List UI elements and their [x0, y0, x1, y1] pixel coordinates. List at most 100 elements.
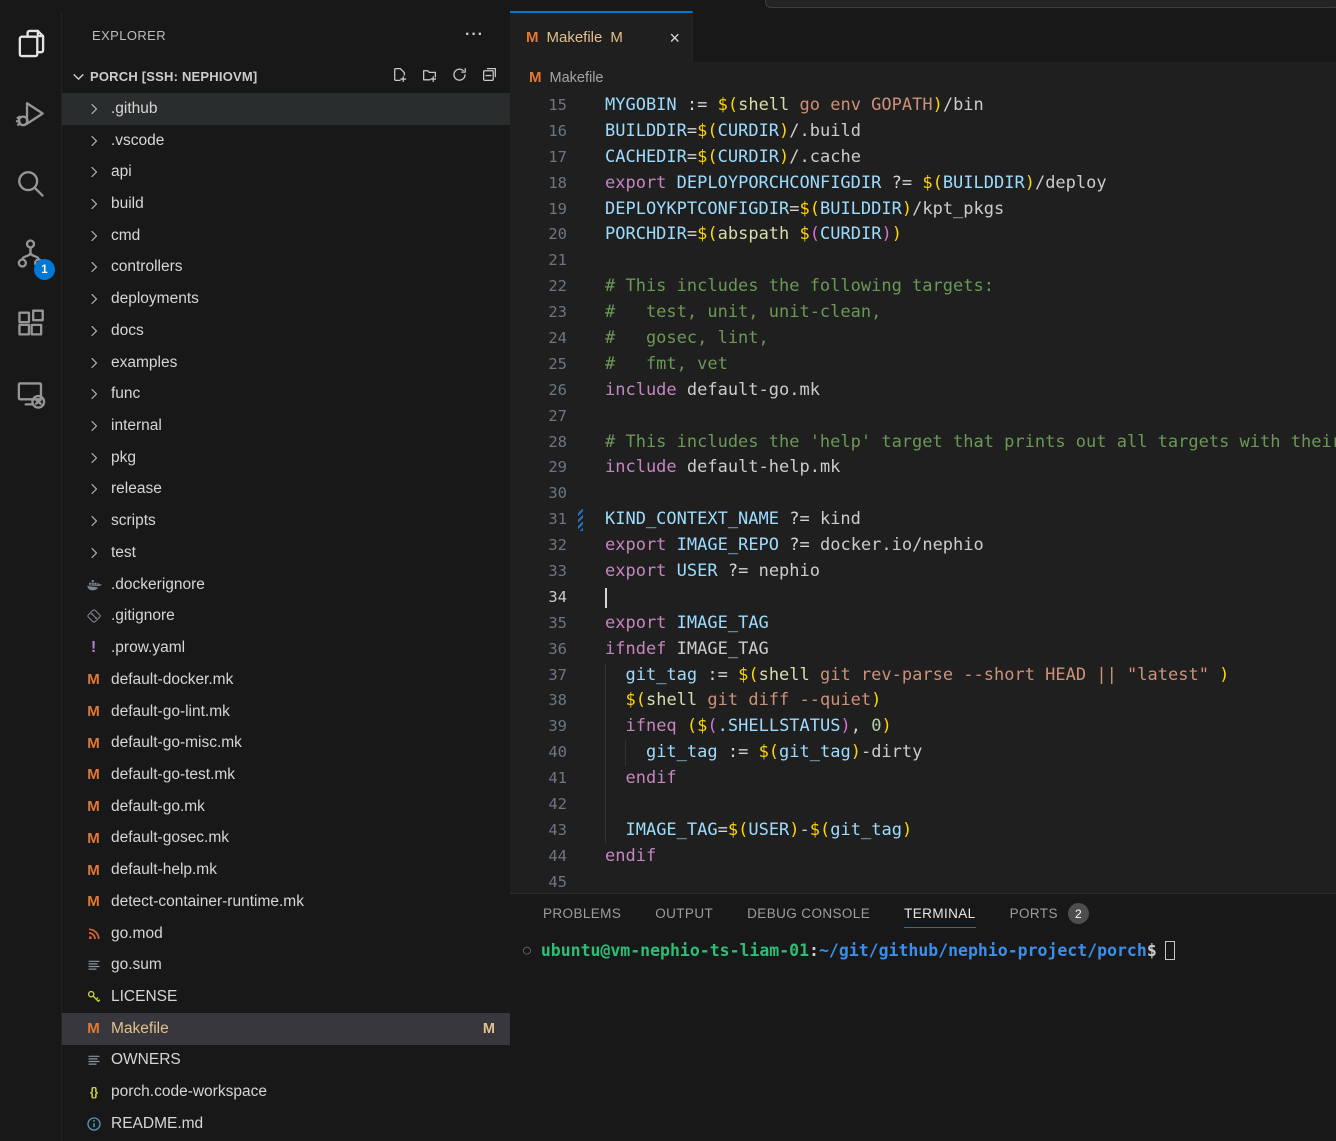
tree-item-.dockerignore[interactable]: .dockerignore [62, 569, 510, 601]
new-file-icon[interactable] [391, 66, 408, 86]
line-number[interactable]: 15 [510, 93, 567, 119]
tree-item-.github[interactable]: .github [62, 93, 510, 125]
tree-item-.prow.yaml[interactable]: !.prow.yaml [62, 632, 510, 664]
activity-item-explorer[interactable] [0, 11, 61, 81]
code-line-15[interactable]: 15MYGOBIN := $(shell go env GOPATH)/bin [510, 93, 1336, 119]
code-line-22[interactable]: 22# This includes the following targets: [510, 274, 1336, 300]
code-line-24[interactable]: 24# gosec, lint, [510, 326, 1336, 352]
tree-item-default-gosec.mk[interactable]: Mdefault-gosec.mk [62, 823, 510, 855]
tree-item-build[interactable]: build [62, 188, 510, 220]
tree-item-func[interactable]: func [62, 378, 510, 410]
code-line-26[interactable]: 26include default-go.mk [510, 378, 1336, 404]
tree-item-docs[interactable]: docs [62, 315, 510, 347]
tree-item-api[interactable]: api [62, 156, 510, 188]
line-number[interactable]: 21 [510, 248, 567, 274]
line-number[interactable]: 43 [510, 818, 567, 844]
line-number[interactable]: 41 [510, 766, 567, 792]
tree-item-.gitignore[interactable]: .gitignore [62, 601, 510, 633]
code-line-30[interactable]: 30 [510, 481, 1336, 507]
tree-item-pkg[interactable]: pkg [62, 442, 510, 474]
code-line-32[interactable]: 32export IMAGE_REPO ?= docker.io/nephio [510, 533, 1336, 559]
line-number[interactable]: 40 [510, 740, 567, 766]
tree-item-scripts[interactable]: scripts [62, 505, 510, 537]
panel-tab-problems[interactable]: PROBLEMS [543, 901, 621, 927]
line-number[interactable]: 22 [510, 274, 567, 300]
line-number[interactable]: 23 [510, 300, 567, 326]
tree-item-go.sum[interactable]: go.sum [62, 949, 510, 981]
code-line-27[interactable]: 27 [510, 404, 1336, 430]
tree-item-Makefile[interactable]: MMakefileM [62, 1013, 510, 1045]
line-number[interactable]: 26 [510, 378, 567, 404]
code-line-19[interactable]: 19DEPLOYKPTCONFIGDIR=$(BUILDDIR)/kpt_pkg… [510, 197, 1336, 223]
new-folder-icon[interactable] [421, 66, 438, 86]
line-number[interactable]: 32 [510, 533, 567, 559]
line-number[interactable]: 44 [510, 844, 567, 870]
line-number[interactable]: 42 [510, 792, 567, 818]
code-line-44[interactable]: 44endif [510, 844, 1336, 870]
line-number[interactable]: 20 [510, 222, 567, 248]
line-number[interactable]: 39 [510, 714, 567, 740]
code-line-35[interactable]: 35export IMAGE_TAG [510, 611, 1336, 637]
tree-item-test[interactable]: test [62, 537, 510, 569]
tree-item-deployments[interactable]: deployments [62, 283, 510, 315]
command-center[interactable] [765, 0, 1336, 8]
tree-item-.vscode[interactable]: .vscode [62, 125, 510, 157]
activity-item-extensions[interactable] [0, 291, 61, 361]
code-line-17[interactable]: 17CACHEDIR=$(CURDIR)/.cache [510, 145, 1336, 171]
tree-item-examples[interactable]: examples [62, 347, 510, 379]
tree-item-porch.code-workspace[interactable]: {}porch.code-workspace [62, 1076, 510, 1108]
code-line-40[interactable]: 40 git_tag := $(git_tag)-dirty [510, 740, 1336, 766]
tree-item-README.md[interactable]: README.md [62, 1108, 510, 1140]
line-number[interactable]: 25 [510, 352, 567, 378]
code-line-39[interactable]: 39 ifneq ($(.SHELLSTATUS), 0) [510, 714, 1336, 740]
line-number[interactable]: 19 [510, 197, 567, 223]
tree-item-cmd[interactable]: cmd [62, 220, 510, 252]
line-number[interactable]: 30 [510, 481, 567, 507]
tab-makefile[interactable]: M Makefile M × [510, 11, 693, 62]
line-number[interactable]: 18 [510, 171, 567, 197]
code-line-25[interactable]: 25# fmt, vet [510, 352, 1336, 378]
terminal-prompt-line[interactable]: ○ ubuntu@vm-nephio-ts-liam-01:~/git/gith… [520, 941, 1336, 960]
code-line-31[interactable]: 31KIND_CONTEXT_NAME ?= kind [510, 507, 1336, 533]
tree-item-controllers[interactable]: controllers [62, 252, 510, 284]
tree-item-LICENSE[interactable]: LICENSE [62, 981, 510, 1013]
tree-item-default-go-test.mk[interactable]: Mdefault-go-test.mk [62, 759, 510, 791]
tree-item-detect-container-runtime.mk[interactable]: Mdetect-container-runtime.mk [62, 886, 510, 918]
code-line-21[interactable]: 21 [510, 248, 1336, 274]
line-number[interactable]: 24 [510, 326, 567, 352]
more-actions-icon[interactable]: ··· [465, 26, 484, 44]
tree-item-default-go-lint.mk[interactable]: Mdefault-go-lint.mk [62, 696, 510, 728]
code-line-29[interactable]: 29include default-help.mk [510, 455, 1336, 481]
refresh-icon[interactable] [451, 66, 468, 86]
line-number[interactable]: 29 [510, 455, 567, 481]
line-number[interactable]: 28 [510, 430, 567, 456]
code-line-36[interactable]: 36ifndef IMAGE_TAG [510, 637, 1336, 663]
code-line-23[interactable]: 23# test, unit, unit-clean, [510, 300, 1336, 326]
panel-tab-ports[interactable]: PORTS2 [1010, 898, 1089, 930]
close-icon[interactable]: × [669, 29, 680, 47]
code-line-28[interactable]: 28# This includes the 'help' target that… [510, 430, 1336, 456]
line-number[interactable]: 27 [510, 404, 567, 430]
code-line-41[interactable]: 41 endif [510, 766, 1336, 792]
code-line-37[interactable]: 37 git_tag := $(shell git rev-parse --sh… [510, 663, 1336, 689]
code-line-20[interactable]: 20PORCHDIR=$(abspath $(CURDIR)) [510, 222, 1336, 248]
gutter-modified-indicator[interactable] [578, 509, 583, 531]
line-number[interactable]: 33 [510, 559, 567, 585]
code-line-42[interactable]: 42 [510, 792, 1336, 818]
tree-item-default-help.mk[interactable]: Mdefault-help.mk [62, 854, 510, 886]
tree-item-default-docker.mk[interactable]: Mdefault-docker.mk [62, 664, 510, 696]
line-number[interactable]: 34 [510, 585, 567, 611]
code-line-33[interactable]: 33export USER ?= nephio [510, 559, 1336, 585]
code-line-43[interactable]: 43 IMAGE_TAG=$(USER)-$(git_tag) [510, 818, 1336, 844]
panel-tab-terminal[interactable]: TERMINAL [904, 901, 975, 928]
line-number[interactable]: 36 [510, 637, 567, 663]
line-number[interactable]: 37 [510, 663, 567, 689]
tree-item-default-go-misc.mk[interactable]: Mdefault-go-misc.mk [62, 727, 510, 759]
code-line-38[interactable]: 38 $(shell git diff --quiet) [510, 688, 1336, 714]
panel-tab-debug-console[interactable]: DEBUG CONSOLE [747, 901, 870, 927]
line-number[interactable]: 38 [510, 688, 567, 714]
line-number[interactable]: 35 [510, 611, 567, 637]
code-line-34[interactable]: 34 [510, 585, 1336, 611]
explorer-section-header[interactable]: PORCH [SSH: NEPHIOVM] [62, 59, 510, 93]
tree-item-go.mod[interactable]: go.mod [62, 918, 510, 950]
